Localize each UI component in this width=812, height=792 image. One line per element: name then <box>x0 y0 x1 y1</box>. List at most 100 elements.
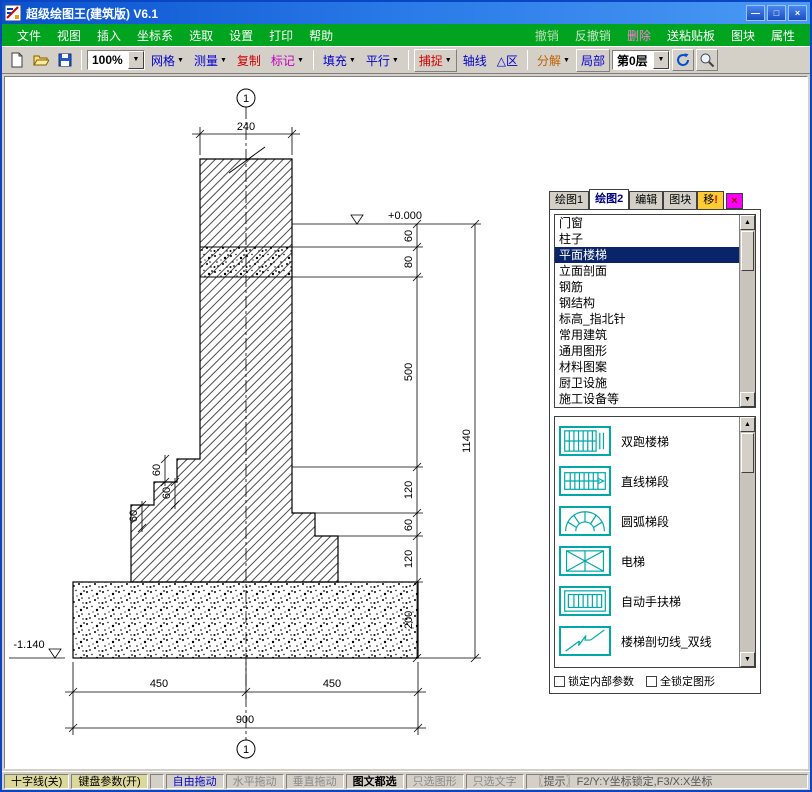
menu-send-clipboard[interactable]: 送粘贴板 <box>660 26 722 45</box>
scroll-track[interactable] <box>740 272 755 392</box>
tab-move[interactable]: 移! <box>697 191 724 209</box>
category-scrollbar[interactable]: ▲ ▼ <box>739 215 755 407</box>
category-item[interactable]: 施工设备等 <box>555 391 739 407</box>
maximize-button[interactable]: □ <box>767 5 786 21</box>
stair-scrollbar[interactable]: ▲ ▼ <box>739 417 755 667</box>
status-crosshair-toggle[interactable]: 十字线(关) <box>4 774 69 789</box>
category-item[interactable]: 钢筋 <box>555 279 739 295</box>
status-vertical-drag[interactable]: 垂直拖动 <box>286 774 344 789</box>
category-item[interactable]: 通用图形 <box>555 343 739 359</box>
dim-450-right: 450 <box>323 678 341 690</box>
save-icon <box>57 52 73 68</box>
status-keyboard-params-toggle[interactable]: 键盘参数(开) <box>71 774 147 789</box>
dim-step-60b: 60 <box>161 487 173 499</box>
arc-flight-icon <box>559 506 611 536</box>
menu-help[interactable]: 帮助 <box>302 26 340 45</box>
fill-button[interactable]: 填充▼ <box>319 50 360 71</box>
axis-line-button[interactable]: 轴线 <box>459 50 491 71</box>
escalator-icon <box>559 586 611 616</box>
explode-button[interactable]: 分解▼ <box>533 50 574 71</box>
scroll-up-icon[interactable]: ▲ <box>740 417 755 432</box>
partial-button[interactable]: 局部 <box>576 49 610 72</box>
stair-row-escalator[interactable]: 自动手扶梯 <box>559 581 737 621</box>
menu-file[interactable]: 文件 <box>10 26 48 45</box>
grid-button[interactable]: 网格▼ <box>147 50 188 71</box>
lock-internal-params-checkbox[interactable]: 锁定内部参数 <box>554 673 634 689</box>
status-select-shapes-only[interactable]: 只选图形 <box>406 774 464 789</box>
category-item[interactable]: 材料图案 <box>555 359 739 375</box>
menu-select[interactable]: 选取 <box>182 26 220 45</box>
scroll-down-icon[interactable]: ▼ <box>740 392 755 407</box>
toolbar-separator <box>527 50 528 70</box>
status-select-text-only[interactable]: 只选文字 <box>466 774 524 789</box>
status-horizontal-drag[interactable]: 水平拖动 <box>226 774 284 789</box>
category-item[interactable]: 柱子 <box>555 231 739 247</box>
stair-section-line-icon <box>559 626 611 656</box>
tab-draw2[interactable]: 绘图2 <box>589 189 629 209</box>
menu-properties[interactable]: 属性 <box>764 26 802 45</box>
snap-button[interactable]: 捕捉▼ <box>414 49 457 72</box>
zoom-combo[interactable]: 100% ▼ <box>87 50 145 70</box>
scroll-down-icon[interactable]: ▼ <box>740 652 755 667</box>
status-free-drag[interactable]: 自由拖动 <box>166 774 224 789</box>
region-button[interactable]: △区 <box>493 50 522 71</box>
axis-number-top: 1 <box>243 93 249 105</box>
dim-450-left: 450 <box>150 678 168 690</box>
dim-1140: 1140 <box>461 429 473 453</box>
tab-draw1[interactable]: 绘图1 <box>549 191 589 209</box>
copy-button[interactable]: 复制 <box>233 50 265 71</box>
checkbox-label: 全锁定图形 <box>660 673 715 689</box>
menu-insert[interactable]: 插入 <box>90 26 128 45</box>
measure-button[interactable]: 测量▼ <box>190 50 231 71</box>
save-button[interactable] <box>54 49 76 71</box>
chevron-down-icon[interactable]: ▼ <box>653 51 669 69</box>
category-item[interactable]: 厨卫设施 <box>555 375 739 391</box>
drawing-canvas[interactable]: 1 1 240 +0.000 60 80 500 120 60 120 200 … <box>4 76 808 769</box>
scroll-up-icon[interactable]: ▲ <box>740 215 755 230</box>
status-select-both[interactable]: 图文都选 <box>346 774 404 789</box>
dim-60b: 60 <box>403 519 415 531</box>
lock-all-shapes-checkbox[interactable]: 全锁定图形 <box>646 673 715 689</box>
toolbar-separator <box>313 50 314 70</box>
category-item[interactable]: 立面剖面 <box>555 263 739 279</box>
dim-240: 240 <box>237 121 255 133</box>
checkbox-icon[interactable] <box>554 676 565 687</box>
panel-close-button[interactable]: × <box>726 193 743 209</box>
menu-coordsys[interactable]: 坐标系 <box>130 26 180 45</box>
mark-button[interactable]: 标记▼ <box>267 50 308 71</box>
parallel-button[interactable]: 平行▼ <box>362 50 403 71</box>
stair-row-elevator[interactable]: 电梯 <box>559 541 737 581</box>
open-file-button[interactable] <box>30 49 52 71</box>
zoom-tool-button[interactable] <box>696 49 718 71</box>
category-item[interactable]: 常用建筑 <box>555 327 739 343</box>
scroll-thumb[interactable] <box>741 433 754 473</box>
tab-edit[interactable]: 编辑 <box>629 191 663 209</box>
stair-row-double-run[interactable]: 双跑楼梯 <box>559 421 737 461</box>
menu-delete[interactable]: 删除 <box>620 26 658 45</box>
menu-print[interactable]: 打印 <box>262 26 300 45</box>
tab-block[interactable]: 图块 <box>663 191 697 209</box>
refresh-button[interactable] <box>672 49 694 71</box>
stair-row-straight-flight[interactable]: 直线梯段 <box>559 461 737 501</box>
menu-block[interactable]: 图块 <box>724 26 762 45</box>
category-item-selected[interactable]: 平面楼梯 <box>555 247 739 263</box>
checkbox-icon[interactable] <box>646 676 657 687</box>
minimize-button[interactable]: — <box>746 5 765 21</box>
scroll-thumb[interactable] <box>741 231 754 271</box>
layer-combo[interactable]: 第0层 ▼ <box>612 50 670 70</box>
menu-undo[interactable]: 撤销 <box>528 26 566 45</box>
close-button[interactable]: × <box>788 5 807 21</box>
menu-view[interactable]: 视图 <box>50 26 88 45</box>
chevron-down-icon[interactable]: ▼ <box>128 51 144 69</box>
stair-row-section-line[interactable]: 楼梯剖切线_双线 <box>559 621 737 661</box>
stair-row-arc-flight[interactable]: 圆弧梯段 <box>559 501 737 541</box>
category-item[interactable]: 标高_指北针 <box>555 311 739 327</box>
menu-settings[interactable]: 设置 <box>222 26 260 45</box>
stair-label: 双跑楼梯 <box>621 433 669 450</box>
new-file-button[interactable] <box>6 49 28 71</box>
category-item[interactable]: 钢结构 <box>555 295 739 311</box>
menu-redo[interactable]: 反撤销 <box>568 26 618 45</box>
scroll-track[interactable] <box>740 474 755 652</box>
work-area: 1 1 240 +0.000 60 80 500 120 60 120 200 … <box>2 74 810 771</box>
category-item[interactable]: 门窗 <box>555 215 739 231</box>
